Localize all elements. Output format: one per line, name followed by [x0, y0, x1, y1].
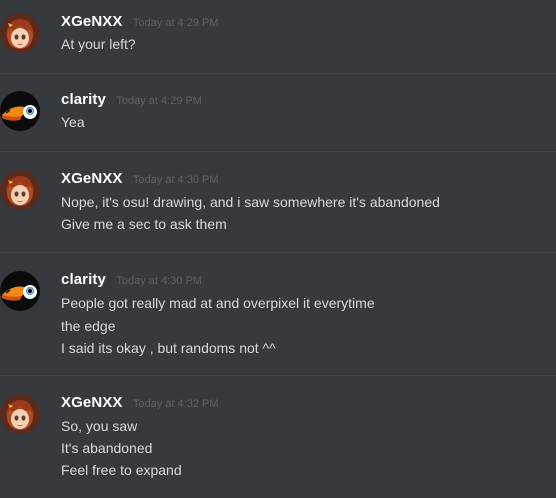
message-group: XGeNXX Today at 4:32 PM So, you saw It's… [0, 394, 556, 484]
timestamp: Today at 4:30 PM [132, 174, 219, 186]
anime-girl-avatar-icon [0, 13, 40, 53]
toucan-avatar-icon [0, 271, 40, 311]
message-group: clarity Today at 4:30 PM People got real… [0, 271, 556, 361]
timestamp: Today at 4:29 PM [132, 17, 219, 29]
message-divider [0, 151, 556, 152]
username[interactable]: clarity [61, 271, 106, 288]
avatar[interactable] [0, 170, 40, 210]
avatar[interactable] [0, 271, 40, 311]
timestamp: Today at 4:32 PM [132, 398, 219, 410]
message-group: XGeNXX Today at 4:30 PM Nope, it's osu! … [0, 170, 556, 240]
message-text: Yea [61, 114, 85, 130]
message-text: I said its okay , but randoms not ^^ [61, 340, 276, 356]
avatar[interactable] [0, 91, 40, 131]
message-header: clarity Today at 4:29 PM [61, 91, 202, 109]
message-text: So, you saw [61, 418, 138, 434]
message-text: Nope, it's osu! drawing, and i saw somew… [61, 194, 440, 210]
message-header: clarity Today at 4:30 PM [61, 271, 202, 289]
message-text: the edge [61, 318, 116, 334]
timestamp: Today at 4:29 PM [116, 95, 202, 107]
username[interactable]: XGeNXX [61, 394, 122, 411]
toucan-avatar-icon [0, 91, 40, 131]
message-divider [0, 375, 556, 376]
message-group: XGeNXX Today at 4:29 PM At your left? [0, 13, 556, 63]
anime-girl-avatar-icon [0, 394, 40, 434]
username[interactable]: XGeNXX [61, 170, 122, 187]
username[interactable]: XGeNXX [61, 13, 122, 30]
timestamp: Today at 4:30 PM [116, 275, 202, 287]
message-header: XGeNXX Today at 4:29 PM [61, 13, 219, 31]
message-group: clarity Today at 4:29 PM Yea [0, 91, 556, 141]
avatar[interactable] [0, 13, 40, 53]
message-divider [0, 252, 556, 253]
message-divider [0, 73, 556, 74]
message-text: At your left? [61, 36, 136, 52]
anime-girl-avatar-icon [0, 170, 40, 210]
username[interactable]: clarity [61, 91, 106, 108]
message-text: People got really mad at and overpixel i… [61, 295, 375, 311]
message-header: XGeNXX Today at 4:30 PM [61, 170, 219, 188]
message-text: Feel free to expand [61, 462, 182, 478]
chat-messages: XGeNXX Today at 4:29 PM At your left? cl… [0, 0, 556, 498]
message-text: It's abandoned [61, 440, 153, 456]
avatar[interactable] [0, 394, 40, 434]
message-header: XGeNXX Today at 4:32 PM [61, 394, 219, 412]
message-text: Give me a sec to ask them [61, 216, 227, 232]
